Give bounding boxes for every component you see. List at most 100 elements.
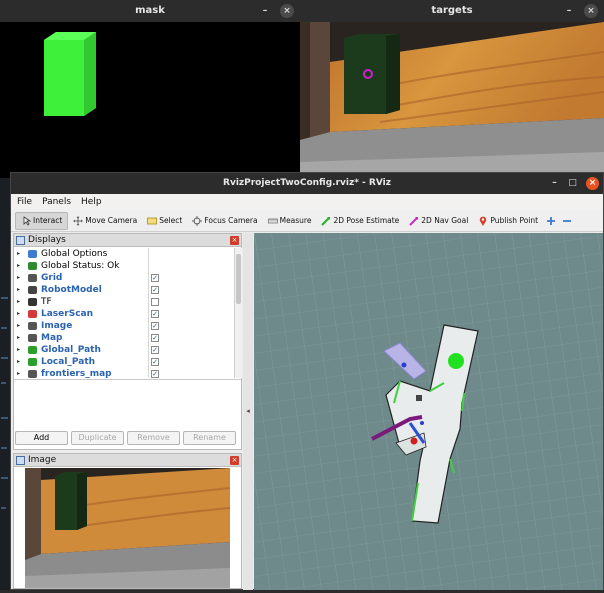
measure-icon [267,218,278,223]
menu-file[interactable]: File [17,194,32,210]
minimize-icon[interactable]: – [562,4,576,18]
rviz-window: RvizProjectTwoConfig.rviz* - RViz – □ × … [10,172,604,590]
rename-button[interactable]: Rename [183,431,236,445]
display-enabled-checkbox[interactable]: ✓ [151,346,159,354]
tool-2d-nav-goal[interactable]: 2D Nav Goal [404,212,473,230]
tool-interact[interactable]: Interact [15,211,69,230]
display-item[interactable]: ▸ Local_Path ✓ [14,356,233,368]
displays-panel-title: Displays [28,235,66,245]
display-item[interactable]: ▸ Map ✓ [14,332,233,344]
tree-column-divider[interactable] [148,248,149,378]
tool-move-camera[interactable]: Move Camera [68,212,142,230]
tool-focus-camera[interactable]: Focus Camera [187,212,262,230]
expand-arrow-icon[interactable]: ▸ [17,320,20,332]
display-enabled-checkbox[interactable]: ✓ [151,370,159,378]
close-icon[interactable]: × [586,177,599,190]
display-item[interactable]: ▸ frontiers_map ✓ [14,368,233,378]
rviz-titlebar[interactable]: RvizProjectTwoConfig.rviz* - RViz – □ × [11,173,603,194]
displays-buttons: Add Duplicate Remove Rename [14,431,241,445]
path-icon [28,346,37,354]
display-enabled-checkbox[interactable]: ✓ [151,334,159,342]
display-item[interactable]: ▸ Global Options [14,248,233,260]
plus-icon [547,216,556,225]
close-icon[interactable]: × [230,236,239,245]
menu-panels[interactable]: Panels [42,194,71,210]
expand-arrow-icon[interactable]: ▸ [17,332,20,344]
map-icon [28,370,37,378]
focus-camera-icon [192,215,203,226]
map-icon [28,334,37,342]
expand-arrow-icon[interactable]: ▸ [17,344,20,356]
display-item-label: Global Options [41,249,108,259]
display-item[interactable]: ▸ Image ✓ [14,320,233,332]
display-item[interactable]: ▸ TF [14,296,233,308]
check-icon [28,262,37,270]
laser-icon [28,310,37,318]
mask-green-box [44,32,96,116]
remove-button[interactable]: Remove [127,431,180,445]
display-item[interactable]: ▸ Global_Path ✓ [14,344,233,356]
display-item-label: Global_Path [41,345,101,355]
image-panel-title: Image [28,455,57,465]
add-button[interactable]: Add [15,431,68,445]
tool-measure[interactable]: Measure [263,212,317,230]
duplicate-button[interactable]: Duplicate [71,431,124,445]
add-tool-button[interactable] [543,212,559,230]
expand-arrow-icon[interactable]: ▸ [17,248,20,260]
expand-arrow-icon[interactable]: ▸ [17,368,20,378]
close-icon[interactable]: × [280,4,294,18]
expand-arrow-icon[interactable]: ▸ [17,308,20,320]
3d-view[interactable] [254,233,603,590]
expand-arrow-icon[interactable]: ▸ [17,284,20,296]
display-enabled-checkbox[interactable]: ✓ [151,286,159,294]
display-item[interactable]: ▸ Global Status: Ok [14,260,233,272]
nav-goal-icon [409,216,419,226]
display-item[interactable]: ▸ Grid ✓ [14,272,233,284]
targets-window-titlebar[interactable]: targets – × [300,0,604,22]
image-panel-view [25,468,230,588]
minimize-icon[interactable]: – [258,4,272,18]
expand-arrow-icon[interactable]: ▸ [17,356,20,368]
panel-icon [16,236,25,245]
display-item-label: Image [41,321,73,331]
mask-window: mask – × [0,0,300,178]
expand-arrow-icon[interactable]: ▸ [17,272,20,284]
collapse-left-panel-button[interactable]: ◂ [243,233,253,590]
display-item[interactable]: ▸ LaserScan ✓ [14,308,233,320]
tf-icon [28,298,37,306]
displays-scrollbar[interactable] [234,248,242,378]
display-enabled-checkbox[interactable]: ✓ [151,274,159,282]
menu-help[interactable]: Help [81,194,102,210]
maximize-icon[interactable]: □ [566,177,579,190]
display-enabled-checkbox[interactable] [151,298,159,306]
tool-select[interactable]: Select [142,212,187,230]
display-enabled-checkbox[interactable]: ✓ [151,322,159,330]
targets-image [300,22,604,178]
grid-icon [28,274,37,282]
display-item-label: RobotModel [41,285,102,295]
scrollbar-thumb[interactable] [236,254,241,304]
select-icon [147,217,158,224]
display-item[interactable]: ▸ RobotModel ✓ [14,284,233,296]
rviz-window-title: RvizProjectTwoConfig.rviz* - RViz [223,178,391,188]
targets-window: targets – × [300,0,604,178]
close-icon[interactable]: × [584,4,598,18]
tool-2d-pose-estimate[interactable]: 2D Pose Estimate [316,212,404,230]
minimize-icon[interactable]: – [548,177,561,190]
displays-panel-header: Displays × [14,234,241,247]
display-item-label: Grid [41,273,63,283]
panel-icon [16,456,25,465]
remove-tool-button[interactable] [559,212,575,230]
path-icon [28,358,37,366]
menu-bar: File Panels Help [11,194,603,210]
mask-window-titlebar[interactable]: mask – × [0,0,300,22]
expand-arrow-icon[interactable]: ▸ [17,260,20,272]
display-item-label: Map [41,333,63,343]
display-enabled-checkbox[interactable]: ✓ [151,358,159,366]
expand-arrow-icon[interactable]: ▸ [17,296,20,308]
close-icon[interactable]: × [230,456,239,465]
display-item-label: LaserScan [41,309,94,319]
displays-panel: Displays × ▸ Global Options ▸ Global Status… [13,233,242,450]
tool-publish-point[interactable]: Publish Point [473,212,543,230]
display-enabled-checkbox[interactable]: ✓ [151,310,159,318]
